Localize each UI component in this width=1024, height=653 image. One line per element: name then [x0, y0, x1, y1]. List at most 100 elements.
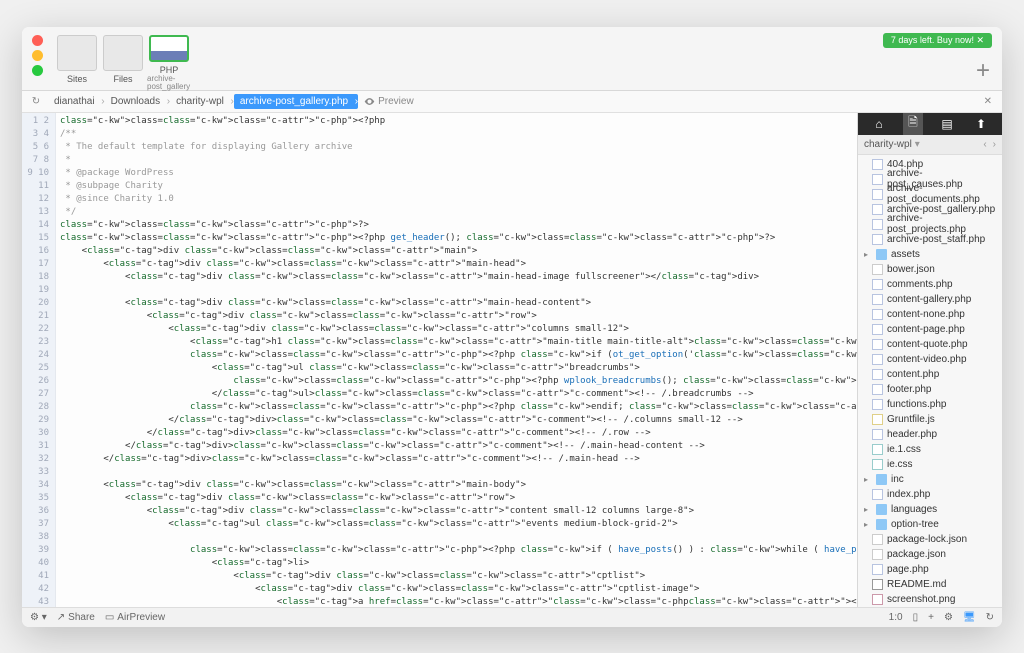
file-icon [872, 234, 883, 245]
file-item[interactable]: index.php [858, 487, 1002, 502]
statusbar: ⚙ ▾ ↗ Share ▭ AirPreview 1:0 ▯ + ⚙ 🖥 ↻ [22, 607, 1002, 627]
refresh-icon[interactable]: ↻ [28, 93, 44, 109]
file-item[interactable]: bower.json [858, 262, 1002, 277]
file-icon [872, 294, 883, 305]
panel-toggle-icon[interactable]: ▯ [913, 612, 919, 623]
close-window-button[interactable] [32, 35, 43, 46]
file-icon [872, 339, 883, 350]
file-icon [872, 414, 883, 425]
breadcrumb-item[interactable]: charity-wpl [170, 94, 234, 109]
file-item[interactable]: content-video.php [858, 352, 1002, 367]
tab-files[interactable]: Files [101, 33, 145, 91]
file-icon [872, 429, 883, 440]
breadcrumb-item[interactable]: dianathai [48, 94, 105, 109]
breadcrumb-item-current[interactable]: archive-post_gallery.php [234, 94, 358, 109]
file-name: archive-post_staff.php [887, 234, 985, 245]
file-item[interactable]: ie.css [858, 457, 1002, 472]
file-icon [872, 384, 883, 395]
add-button-icon[interactable]: + [928, 612, 934, 623]
tab-label: Files [113, 74, 132, 84]
preview-toggle[interactable]: Preview [364, 96, 414, 107]
minimize-window-button[interactable] [32, 50, 43, 61]
new-tab-button[interactable]: + [976, 57, 990, 85]
tab-current-file[interactable]: PHP archive-post_gallery [147, 33, 191, 91]
php-file-icon [149, 35, 189, 62]
folder-item[interactable]: ▸inc [858, 472, 1002, 487]
project-name: charity-wpl [864, 139, 912, 150]
file-item[interactable]: Gruntfile.js [858, 412, 1002, 427]
nav-forward-icon[interactable]: › [993, 139, 996, 150]
sidebar-header[interactable]: charity-wpl ▾ ‹ › [858, 135, 1002, 155]
disclosure-triangle-icon: ▸ [864, 505, 872, 514]
file-icon [872, 324, 883, 335]
file-icon [872, 189, 883, 200]
file-item[interactable]: comments.php [858, 277, 1002, 292]
folder-icon [876, 504, 887, 515]
monitor-icon[interactable]: 🖥 [963, 612, 976, 623]
breadcrumb-item[interactable]: Downloads [105, 94, 170, 109]
file-name: footer.php [887, 384, 931, 395]
file-item[interactable]: content-quote.php [858, 337, 1002, 352]
nav-back-icon[interactable]: ‹ [983, 139, 986, 150]
main-area: 1 2 3 4 5 6 7 8 9 10 11 12 13 14 15 16 1… [22, 113, 1002, 607]
file-item[interactable]: footer.php [858, 382, 1002, 397]
file-name: README.md [887, 579, 946, 590]
file-item[interactable]: content.php [858, 367, 1002, 382]
breadcrumb-bar: ↻ dianathai Downloads charity-wpl archiv… [22, 91, 1002, 113]
tab-label: PHP [160, 65, 179, 75]
breadcrumb-close[interactable]: ✕ [980, 96, 996, 107]
sync-icon[interactable]: ↻ [986, 612, 994, 623]
file-name: ie.1.css [887, 444, 921, 455]
file-item[interactable]: archive-post_staff.php [858, 232, 1002, 247]
file-item[interactable]: page.php [858, 562, 1002, 577]
file-icon [872, 534, 883, 545]
file-icon [872, 264, 883, 275]
airpreview-button[interactable]: ▭ AirPreview [105, 612, 165, 623]
file-item[interactable]: functions.php [858, 397, 1002, 412]
file-icon [872, 579, 883, 590]
file-icon [872, 459, 883, 470]
file-item[interactable]: content-none.php [858, 307, 1002, 322]
code-editor[interactable]: class="c-kw">class=class="c-kw">class="c… [56, 113, 857, 607]
file-icon [872, 219, 883, 230]
app-window: Sites Files PHP archive-post_gallery 7 d… [22, 27, 1002, 627]
cursor-position: 1:0 [889, 612, 903, 623]
titlebar: Sites Files PHP archive-post_gallery 7 d… [22, 27, 1002, 91]
file-name: page.php [887, 564, 929, 575]
file-name: package-lock.json [887, 534, 967, 545]
home-icon[interactable]: ⌂ [869, 117, 889, 131]
files-panel-icon[interactable]: 🗎 [903, 113, 923, 137]
status-gear-icon[interactable]: ⚙ [944, 612, 953, 623]
file-icon [872, 204, 883, 215]
file-item[interactable]: package.json [858, 547, 1002, 562]
file-icon [872, 174, 883, 185]
sidebar-toolbar: ⌂ 🗎 ▤ ⬆ [858, 113, 1002, 135]
upload-icon[interactable]: ⬆ [971, 117, 991, 131]
file-item[interactable]: content-gallery.php [858, 292, 1002, 307]
settings-gear-icon[interactable]: ⚙ ▾ [30, 612, 47, 623]
trial-badge[interactable]: 7 days left. Buy now! ✕ [883, 33, 992, 48]
file-item[interactable]: content-page.php [858, 322, 1002, 337]
file-item[interactable]: package-lock.json [858, 532, 1002, 547]
file-name: screenshot.png [887, 594, 955, 605]
share-button[interactable]: ↗ Share [57, 612, 95, 623]
file-item[interactable]: ie.1.css [858, 442, 1002, 457]
folder-item[interactable]: ▸assets [858, 247, 1002, 262]
file-icon [872, 489, 883, 500]
tab-sites[interactable]: Sites [55, 33, 99, 91]
file-item[interactable]: archive-post_projects.php [858, 217, 1002, 232]
file-name: inc [891, 474, 904, 485]
file-item[interactable]: header.php [858, 427, 1002, 442]
file-item[interactable]: screenshot.png [858, 592, 1002, 607]
preview-label: Preview [378, 96, 414, 107]
file-icon [872, 594, 883, 605]
zoom-window-button[interactable] [32, 65, 43, 76]
folder-item[interactable]: ▸languages [858, 502, 1002, 517]
publish-icon[interactable]: ▤ [937, 117, 957, 131]
file-icon [872, 354, 883, 365]
file-tree[interactable]: 404.phparchive-post_causes.phparchive-po… [858, 155, 1002, 607]
file-item[interactable]: README.md [858, 577, 1002, 592]
folder-item[interactable]: ▸option-tree [858, 517, 1002, 532]
eye-icon [364, 96, 375, 107]
file-item[interactable]: archive-post_documents.php [858, 187, 1002, 202]
